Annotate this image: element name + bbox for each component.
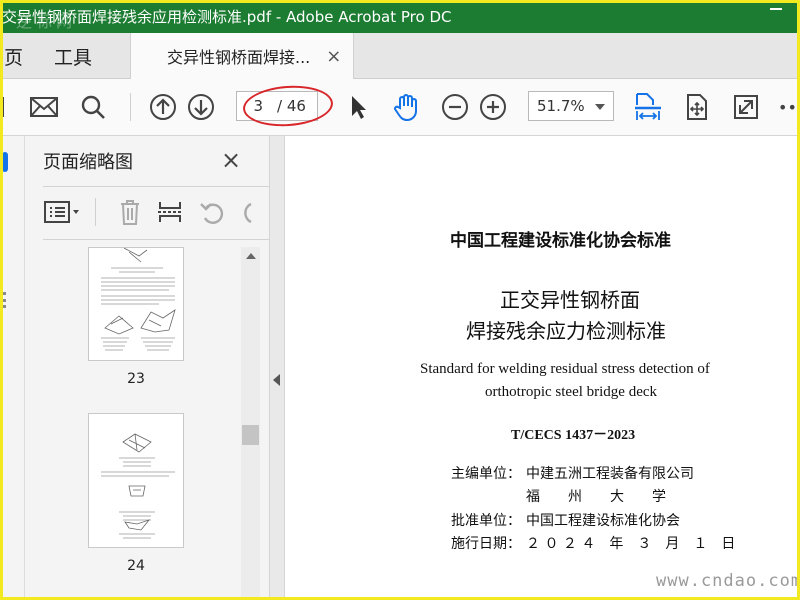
- standard-code: T/CECS 1437－2023: [511, 428, 636, 443]
- doc-title-line1: 正交异性钢桥面: [500, 288, 640, 312]
- thumbnail-page-24[interactable]: [88, 413, 184, 548]
- editor-value: 中建五洲工程装备有限公司: [526, 466, 694, 482]
- menu-home[interactable]: 页: [4, 43, 23, 70]
- insert-page-icon[interactable]: [155, 196, 185, 228]
- panel-tool-separator: [95, 198, 96, 226]
- zoom-out-icon[interactable]: [439, 91, 471, 123]
- select-cursor-icon[interactable]: [342, 91, 374, 123]
- editor-value: 福 州 大 学: [526, 489, 666, 505]
- menu-bar: 页 工具 交异性钢桥面焊接... ×: [0, 33, 800, 79]
- search-icon[interactable]: [77, 91, 109, 123]
- panel-title: 页面缩略图: [43, 152, 133, 173]
- window-titlebar: 交异性钢桥面焊接残余应用检测标准.pdf - Adobe Acrobat Pro…: [0, 0, 800, 33]
- panel-close-icon[interactable]: ×: [221, 146, 241, 174]
- effective-date-label: 施行日期：: [451, 536, 521, 552]
- options-icon[interactable]: [43, 196, 83, 228]
- scrollbar-thumb[interactable]: [242, 425, 259, 445]
- main-toolbar: 3 / 46 51.7% •••: [0, 79, 800, 136]
- doc-english-title-line2: orthotropic steel bridge deck: [485, 384, 658, 400]
- prev-page-icon[interactable]: [147, 91, 179, 123]
- approver-label: 批准单位：: [451, 513, 521, 529]
- doc-english-title-line1: Standard for welding residual stress det…: [420, 361, 710, 377]
- chevron-down-icon: [595, 104, 605, 110]
- org-header: 中国工程建设标准化协会标准: [450, 231, 671, 251]
- left-navigation-strip: [0, 136, 25, 600]
- next-page-icon[interactable]: [185, 91, 217, 123]
- document-page: 中国工程建设标准化协会标准 正交异性钢桥面 焊接残余应力检测标准 Standar…: [285, 136, 800, 600]
- mail-icon[interactable]: [28, 91, 60, 123]
- thumbnail-scrollbar[interactable]: [241, 247, 260, 600]
- document-tab-label: 交异性钢桥面焊接...: [167, 48, 311, 67]
- site-watermark: www.cndao.com: [656, 571, 800, 591]
- redo-icon[interactable]: [237, 196, 253, 228]
- delete-icon[interactable]: [115, 196, 145, 228]
- more-icon[interactable]: •••: [778, 91, 800, 123]
- panel-divider: [43, 186, 277, 187]
- thumbnail-nav-icon[interactable]: [2, 152, 8, 172]
- doc-title-line2: 焊接残余应力检测标准: [466, 319, 666, 343]
- save-icon[interactable]: [0, 91, 10, 123]
- effective-date-value: ２ ０ ２ ４ 年 ３ 月 １ 日: [526, 536, 736, 552]
- tab-close-icon[interactable]: ×: [326, 46, 341, 67]
- menu-tools[interactable]: 工具: [54, 43, 92, 70]
- thumbnail-page-label: 24: [127, 558, 145, 574]
- panel-divider: [43, 239, 277, 240]
- rotate-view-icon[interactable]: [681, 91, 713, 123]
- document-tab[interactable]: 交异性钢桥面焊接... ×: [130, 33, 354, 79]
- collapse-panel-icon[interactable]: [273, 374, 280, 386]
- minimize-icon[interactable]: [770, 8, 782, 10]
- toolbar-separator: [130, 93, 131, 121]
- editor-label: 主编单位：: [451, 466, 521, 482]
- hand-tool-icon[interactable]: [390, 91, 422, 123]
- undo-icon[interactable]: [197, 196, 227, 228]
- zoom-select[interactable]: 51.7%: [528, 91, 614, 121]
- thumbnail-page-label: 23: [127, 371, 145, 387]
- zoom-in-icon[interactable]: [477, 91, 509, 123]
- fullscreen-icon[interactable]: [730, 91, 762, 123]
- fit-width-icon[interactable]: [632, 91, 664, 123]
- watermark-text: 逆标网: [16, 12, 77, 31]
- nav-handle-icon[interactable]: [3, 292, 9, 308]
- zoom-value: 51.7%: [537, 97, 585, 115]
- approver-value: 中国工程建设标准化协会: [526, 513, 680, 529]
- thumbnail-page-23[interactable]: [88, 247, 184, 361]
- scroll-up-icon[interactable]: [246, 253, 256, 259]
- panel-splitter[interactable]: [269, 136, 285, 600]
